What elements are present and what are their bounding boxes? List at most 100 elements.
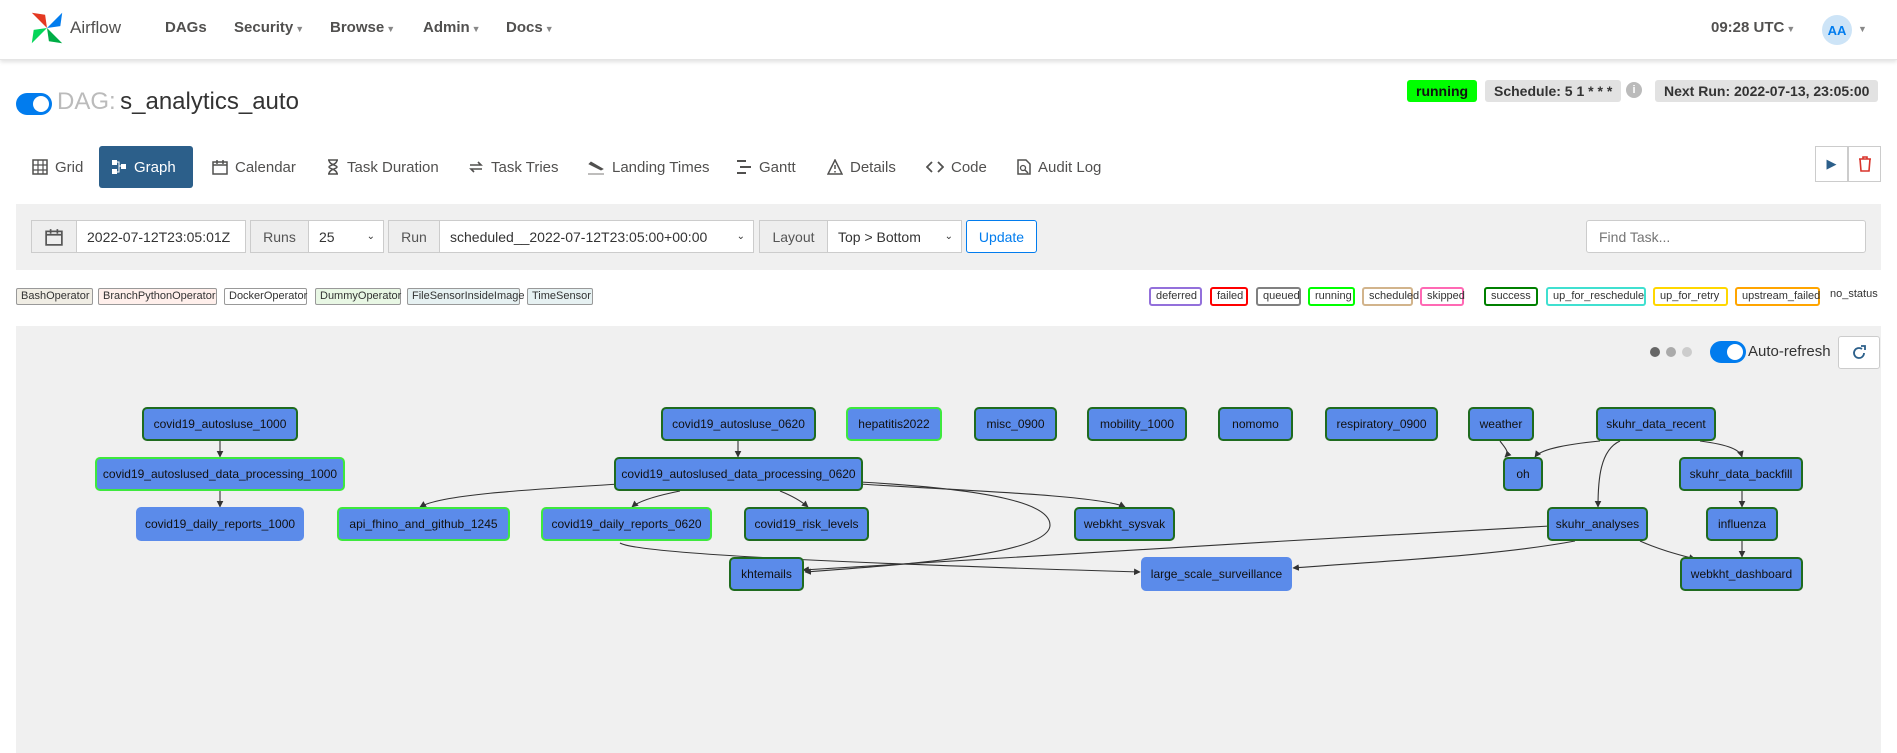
tab-landing-times[interactable]: Landing Times xyxy=(575,146,722,188)
task-node[interactable]: misc_0900 xyxy=(974,407,1057,441)
task-node[interactable]: weather xyxy=(1468,407,1534,441)
state-legend-item[interactable]: deferred xyxy=(1149,287,1202,306)
refresh-button[interactable] xyxy=(1838,336,1880,369)
layout-label: Layout xyxy=(759,220,828,253)
auto-refresh-label: Auto-refresh xyxy=(1748,343,1831,360)
avatar[interactable]: AA xyxy=(1822,15,1852,45)
refresh-icon xyxy=(1853,344,1866,359)
task-node[interactable]: hepatitis2022 xyxy=(846,407,942,441)
gantt-icon xyxy=(736,159,752,175)
brand-name: Airflow xyxy=(70,18,122,37)
tab-details[interactable]: Details xyxy=(815,146,908,188)
state-legend-item[interactable]: skipped xyxy=(1420,287,1465,306)
tab-audit-log[interactable]: Audit Log xyxy=(1005,146,1113,188)
task-node[interactable]: skuhr_data_recent xyxy=(1596,407,1716,441)
operator-legend-item: DummyOperator xyxy=(315,288,401,305)
task-node[interactable]: covid19_autosluse_0620 xyxy=(661,407,816,441)
tab-gantt[interactable]: Gantt xyxy=(724,146,808,188)
loading-dot xyxy=(1650,347,1660,357)
task-node[interactable]: large_scale_surveillance xyxy=(1141,557,1292,591)
chevron-down-icon: ▼ xyxy=(544,24,554,34)
chevron-down-icon: ▼ xyxy=(471,24,481,34)
find-task-input[interactable] xyxy=(1586,220,1866,253)
calendar-icon xyxy=(212,159,228,175)
task-node[interactable]: covid19_autosluse_1000 xyxy=(142,407,298,441)
state-legend-item[interactable]: up_for_reschedule xyxy=(1546,287,1646,306)
state-legend-item[interactable]: scheduled xyxy=(1362,287,1419,306)
task-node[interactable]: webkht_dashboard xyxy=(1680,557,1803,591)
loading-dot xyxy=(1666,347,1676,357)
operator-legend-item: TimeSensor xyxy=(527,288,593,305)
state-legend-item[interactable]: up_for_retry xyxy=(1653,287,1728,306)
state-legend-item[interactable]: failed xyxy=(1210,287,1248,306)
graph-icon xyxy=(111,159,127,175)
base-date-input[interactable]: 2022-07-12T23:05:01Z xyxy=(76,220,246,253)
chevron-down-icon[interactable]: ▼ xyxy=(1858,24,1867,34)
tab-code[interactable]: Code xyxy=(914,146,999,188)
chevron-down-icon: ▼ xyxy=(1786,24,1796,34)
brand[interactable]: Airflow xyxy=(28,8,121,48)
nav-admin[interactable]: Admin ▼ xyxy=(423,19,481,36)
task-node[interactable]: respiratory_0900 xyxy=(1325,407,1438,441)
task-node[interactable]: mobility_1000 xyxy=(1087,407,1187,441)
tab-task-duration[interactable]: Task Duration xyxy=(314,146,451,188)
chevron-down-icon: ▼ xyxy=(386,24,396,34)
state-legend-item[interactable]: upstream_failed xyxy=(1735,287,1820,306)
trigger-dag-button[interactable]: ▶ xyxy=(1815,146,1848,182)
task-node[interactable]: covid19_autoslused_data_processing_0620 xyxy=(614,457,863,491)
nav-security[interactable]: Security ▼ xyxy=(234,19,304,36)
warning-icon xyxy=(827,159,843,175)
operator-legend-item: FileSensorInsideImage xyxy=(407,288,525,305)
layout-select[interactable]: Top > Bottom ⌄ xyxy=(827,220,962,253)
task-node[interactable]: skuhr_data_backfill xyxy=(1679,457,1803,491)
nav-docs[interactable]: Docs ▼ xyxy=(506,19,554,36)
tab-graph[interactable]: Graph xyxy=(99,146,193,188)
info-icon[interactable]: i xyxy=(1626,82,1642,98)
airflow-logo-icon xyxy=(31,12,63,44)
calendar-icon xyxy=(45,228,63,246)
nav-dags[interactable]: DAGs xyxy=(165,19,207,36)
task-node[interactable]: webkht_sysvak xyxy=(1074,507,1175,541)
task-node[interactable]: covid19_autoslused_data_processing_1000 xyxy=(95,457,345,491)
task-node[interactable]: oh xyxy=(1503,457,1543,491)
auto-refresh-toggle[interactable] xyxy=(1710,341,1746,363)
task-node[interactable]: nomomo xyxy=(1218,407,1293,441)
delete-dag-button[interactable] xyxy=(1848,146,1881,182)
task-node[interactable]: khtemails xyxy=(729,557,804,591)
tab-calendar[interactable]: Calendar xyxy=(200,146,308,188)
task-node[interactable]: covid19_daily_reports_0620 xyxy=(541,507,712,541)
dag-pause-toggle[interactable] xyxy=(16,93,52,115)
task-node[interactable]: covid19_risk_levels xyxy=(744,507,869,541)
task-node[interactable]: api_fhino_and_github_1245 xyxy=(337,507,510,541)
state-legend-item[interactable]: queued xyxy=(1256,287,1301,306)
landing-icon xyxy=(587,159,605,175)
runs-select[interactable]: 25 ⌄ xyxy=(308,220,384,253)
grid-icon xyxy=(32,159,48,175)
dag-name: s_analytics_auto xyxy=(120,88,299,115)
calendar-picker-button[interactable] xyxy=(31,220,77,253)
state-legend-item[interactable]: running xyxy=(1308,287,1355,306)
nav-browse[interactable]: Browse ▼ xyxy=(330,19,395,36)
update-button[interactable]: Update xyxy=(966,220,1037,253)
code-icon xyxy=(926,160,944,174)
state-legend-item[interactable]: success xyxy=(1484,287,1538,306)
operator-legend-item: BashOperator xyxy=(16,288,93,305)
run-select[interactable]: scheduled__2022-07-12T23:05:00+00:00 ⌄ xyxy=(439,220,754,253)
chevron-down-icon: ⌄ xyxy=(366,231,375,242)
chevron-down-icon: ⌄ xyxy=(736,231,745,242)
page-title: DAG: s_analytics_auto xyxy=(57,88,299,115)
task-node[interactable]: skuhr_analyses xyxy=(1547,507,1648,541)
tab-task-tries[interactable]: Task Tries xyxy=(456,146,571,188)
task-node[interactable]: covid19_daily_reports_1000 xyxy=(136,507,304,541)
chevron-down-icon: ▼ xyxy=(295,24,305,34)
clock-menu[interactable]: 09:28 UTC ▼ xyxy=(1711,19,1795,36)
operator-legend-item: BranchPythonOperator xyxy=(98,288,217,305)
state-legend-item[interactable]: no_status xyxy=(1825,287,1880,306)
schedule-badge: Schedule: 5 1 * * * xyxy=(1485,80,1622,102)
dag-state-badge: running xyxy=(1407,80,1478,102)
next-run-badge: Next Run: 2022-07-13, 23:05:00 xyxy=(1655,80,1879,102)
tab-grid[interactable]: Grid xyxy=(20,146,95,188)
run-label: Run xyxy=(388,220,440,253)
audit-icon xyxy=(1017,159,1031,175)
task-node[interactable]: influenza xyxy=(1706,507,1778,541)
